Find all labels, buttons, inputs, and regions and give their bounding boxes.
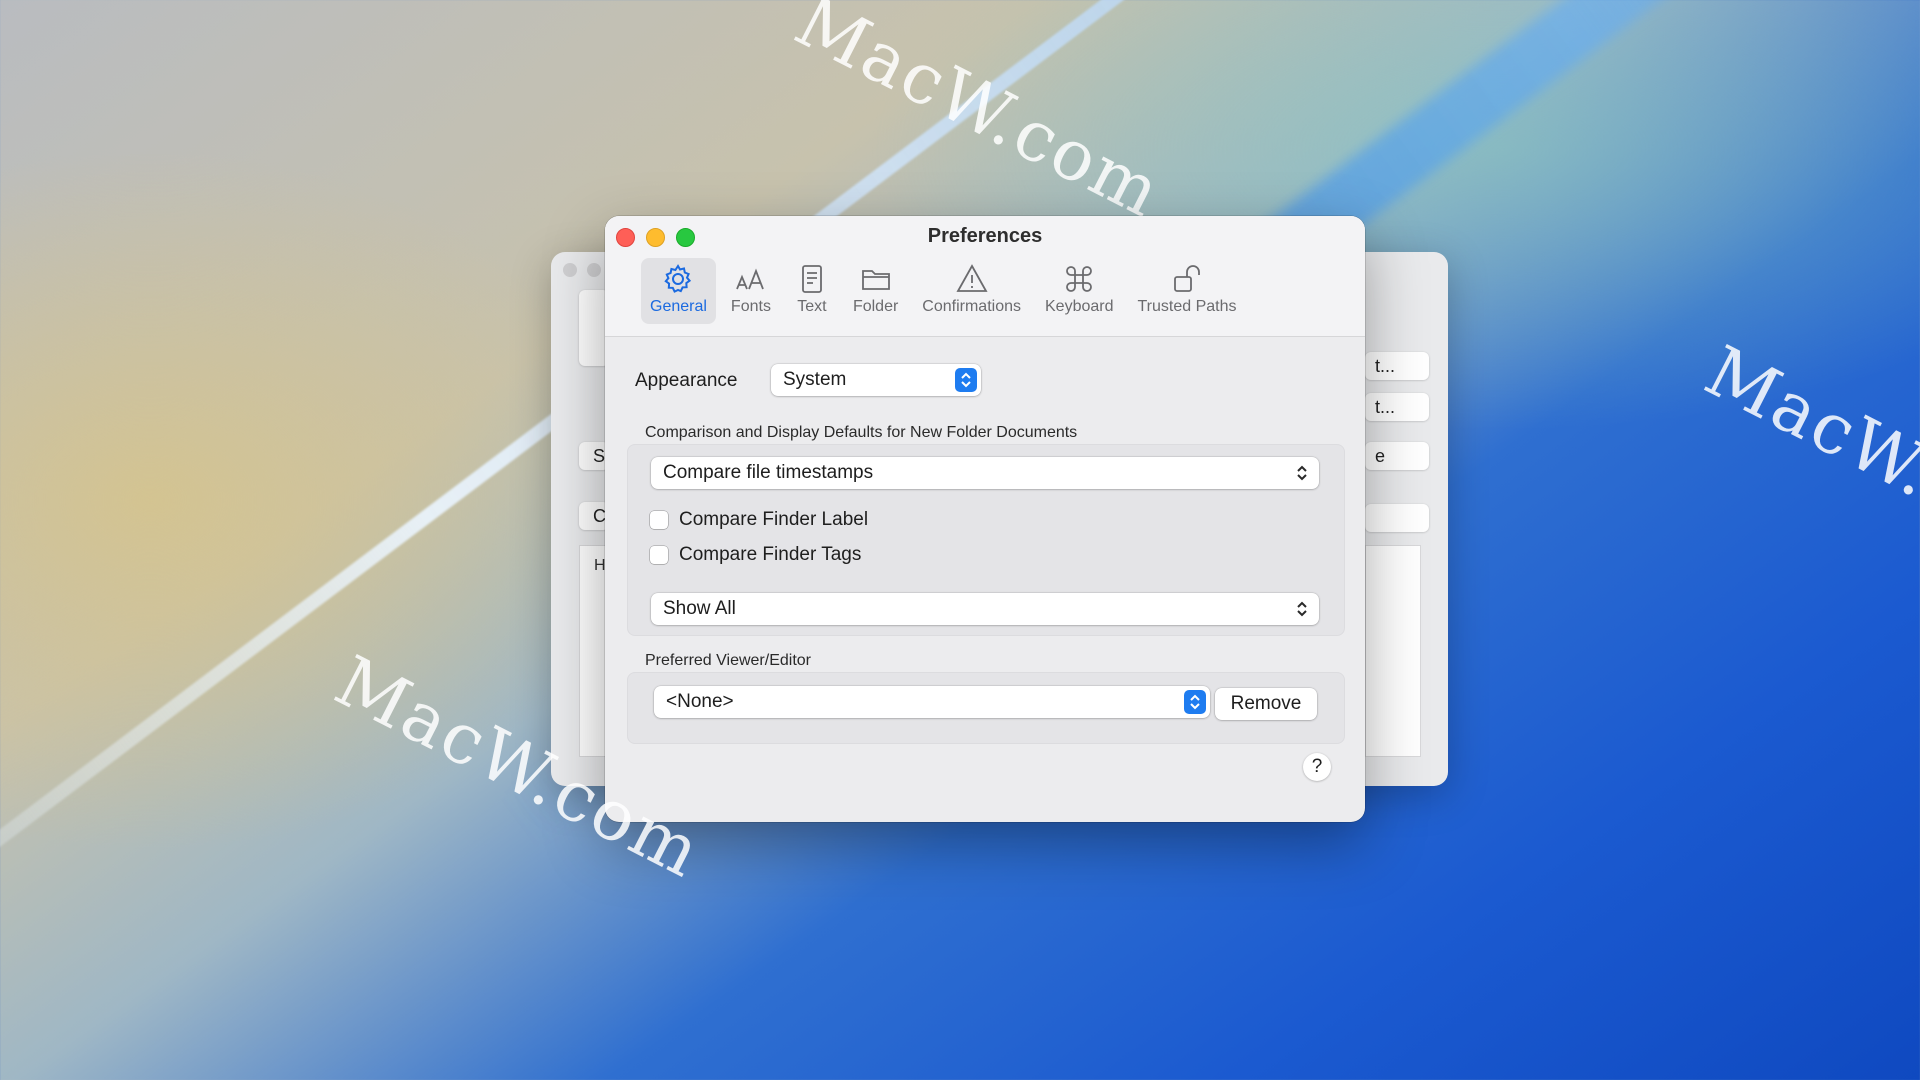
viewer-value: <None> [666, 691, 734, 712]
viewer-popup[interactable]: <None> [654, 686, 1210, 718]
remove-button[interactable]: Remove [1215, 688, 1317, 720]
title-bar: Preferences General Fonts Text Folder Co… [605, 216, 1365, 337]
tab-confirmations[interactable]: Confirmations [913, 258, 1030, 324]
comparison-heading: Comparison and Display Defaults for New … [645, 424, 1078, 441]
tab-label: Fonts [730, 298, 771, 315]
compare-finder-tags-text: Compare Finder Tags [679, 544, 862, 565]
tab-trusted-paths[interactable]: Trusted Paths [1129, 258, 1246, 324]
folder-icon [859, 262, 893, 296]
compare-finder-tags-checkbox[interactable] [650, 546, 668, 564]
gear-icon [661, 262, 695, 296]
compare-finder-label-text: Compare Finder Label [679, 509, 869, 530]
stepper-icon [955, 368, 977, 392]
preferences-window: Preferences General Fonts Text Folder Co… [605, 216, 1365, 822]
appearance-popup[interactable]: System [771, 364, 981, 396]
compare-finder-label-checkbox[interactable] [650, 511, 668, 529]
help-button[interactable]: ? [1303, 753, 1331, 781]
command-icon [1062, 262, 1096, 296]
window-title: Preferences [927, 225, 1043, 247]
tab-label: Keyboard [1045, 298, 1114, 315]
tab-general[interactable]: General [641, 258, 716, 324]
appearance-label: Appearance [635, 370, 738, 391]
tab-label: Folder [852, 298, 899, 315]
document-icon [795, 262, 829, 296]
tab-folder[interactable]: Folder [844, 258, 907, 324]
tab-fonts[interactable]: Fonts [722, 258, 780, 324]
tab-label: Trusted Paths [1137, 298, 1237, 315]
watermark: MacW.c [1692, 330, 1920, 533]
tab-keyboard[interactable]: Keyboard [1036, 258, 1123, 324]
display-filter-value: Show All [663, 598, 736, 619]
bg-button[interactable]: t... [1365, 393, 1429, 421]
bg-right-panel [1365, 545, 1421, 757]
bg-button[interactable] [1365, 504, 1429, 532]
tab-label: Text [797, 298, 827, 315]
bg-minimize-button[interactable] [587, 263, 601, 277]
viewer-heading: Preferred Viewer/Editor [645, 652, 811, 669]
bg-button[interactable]: e [1365, 442, 1429, 470]
display-filter-popup[interactable]: Show All [651, 593, 1319, 625]
compare-method-value: Compare file timestamps [663, 462, 874, 483]
bg-button[interactable]: t... [1365, 352, 1429, 380]
compare-method-popup[interactable]: Compare file timestamps [651, 457, 1319, 489]
tab-label: Confirmations [922, 298, 1021, 315]
bg-close-button[interactable] [563, 263, 577, 277]
unlock-icon [1170, 262, 1204, 296]
preferences-toolbar: General Fonts Text Folder Confirmations … [641, 258, 1246, 328]
appearance-value: System [783, 369, 847, 390]
tab-text[interactable]: Text [786, 258, 838, 324]
fonts-icon [734, 262, 768, 296]
warning-icon [955, 262, 989, 296]
stepper-icon [1184, 690, 1206, 714]
chevron-updown-icon [1297, 465, 1307, 481]
chevron-updown-icon [1297, 601, 1307, 617]
tab-label: General [650, 298, 707, 315]
